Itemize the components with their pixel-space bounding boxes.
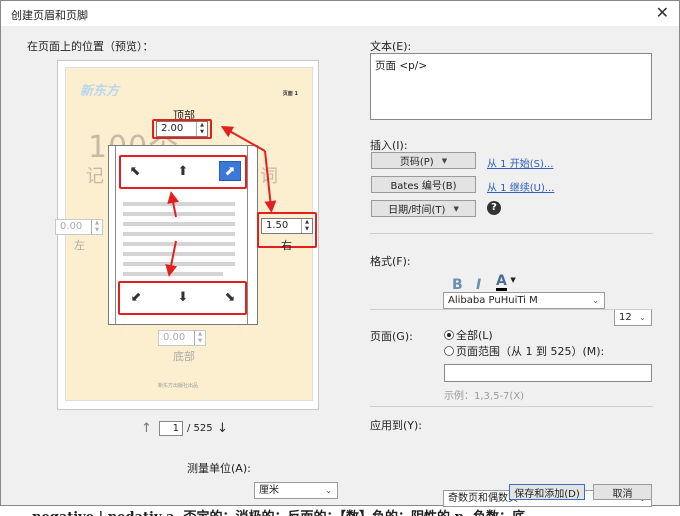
save-add-label: 保存和添加(D) xyxy=(514,488,580,500)
radio-icon[interactable] xyxy=(444,346,454,356)
annotation-arrow-top xyxy=(220,126,266,152)
units-select[interactable]: 厘米 ⌄ xyxy=(254,482,338,499)
background-document-text: negative | nedativ a. 否定的；消极的；反面的；【数】负的；… xyxy=(32,506,525,516)
format-label: 格式(F): xyxy=(370,255,411,268)
page-code-button[interactable]: 页码(P) ▼ xyxy=(371,152,476,169)
header-footer-dialog: 创建页眉和页脚 ✕ 在页面上的位置（预览）： 新东方 页面 1 100个 记 词… xyxy=(0,0,680,507)
all-pages-option[interactable]: 全部(L) xyxy=(444,327,493,343)
font-color-letter: A xyxy=(496,273,507,291)
pages-label: 页面(G): xyxy=(370,330,413,343)
italic-button[interactable]: I xyxy=(476,277,481,293)
page-range-example: 示例：1,3,5-7(X) xyxy=(444,391,525,402)
separator xyxy=(370,309,653,310)
left-margin-label: 左 xyxy=(74,239,85,252)
text-value[interactable]: 页面 <p/> xyxy=(375,60,427,72)
right-margin-spinner[interactable]: 1.50 ▲ ▼ xyxy=(261,218,313,234)
page-number-input[interactable]: 1 xyxy=(159,421,183,436)
radio-selected-icon[interactable] xyxy=(444,330,454,340)
dropdown-arrow-icon: ▼ xyxy=(441,156,448,165)
next-page-icon[interactable]: ↓ xyxy=(217,421,228,436)
text-input[interactable]: 页面 <p/> xyxy=(370,53,652,120)
spin-up-icon[interactable]: ▲ xyxy=(302,219,312,226)
prev-page-icon[interactable]: ↑ xyxy=(141,421,152,436)
page-range-label: 页面范围（从 1 到 525）(M): xyxy=(456,345,605,358)
bold-button[interactable]: B xyxy=(452,277,463,293)
spin-down-icon[interactable]: ▼ xyxy=(195,338,205,345)
separator xyxy=(370,406,653,407)
annotation-arrow-right xyxy=(264,150,277,213)
apply-label: 应用到(Y): xyxy=(370,419,423,432)
start-from-link[interactable]: 从 1 开始(S)... xyxy=(487,155,553,170)
chevron-down-icon: ⌄ xyxy=(325,486,332,495)
bottom-margin-label: 底部 xyxy=(173,350,195,363)
right-margin-label: 右 xyxy=(281,239,292,252)
units-label: 测量单位(A): xyxy=(187,462,251,475)
datetime-label: 日期/时间(T) xyxy=(388,205,446,216)
spin-up-icon[interactable]: ▲ xyxy=(92,220,102,227)
left-margin-spinner[interactable]: 0.00 ▲ ▼ xyxy=(55,219,103,235)
font-color-button[interactable]: A ▼ xyxy=(496,273,516,291)
page-range-input[interactable] xyxy=(444,364,652,382)
insert-label: 插入(I): xyxy=(370,139,408,152)
font-size-value: 12 xyxy=(619,312,632,323)
text-label: 文本(E): xyxy=(370,40,412,53)
page-code-label: 页码(P) xyxy=(399,157,434,168)
units-value: 厘米 xyxy=(259,485,279,496)
bottom-margin-spinner[interactable]: 0.00 ▲ ▼ xyxy=(158,330,206,346)
cancel-label: 取消 xyxy=(612,488,633,500)
annotation-arrow-up xyxy=(167,191,180,218)
apply-value: 奇数页和偶数页 xyxy=(448,493,518,504)
cancel-button[interactable]: 取消 xyxy=(593,484,652,500)
annotation-arrow-down xyxy=(165,240,178,277)
chevron-down-icon: ⌄ xyxy=(592,296,599,305)
font-value: Alibaba PuHuiTi M xyxy=(448,295,538,306)
page-range-option[interactable]: 页面范围（从 1 到 525）(M): xyxy=(444,343,604,359)
chevron-down-icon: ⌄ xyxy=(639,313,646,322)
dropdown-arrow-icon: ▼ xyxy=(453,204,459,213)
spin-down-icon[interactable]: ▼ xyxy=(92,227,102,234)
datetime-button[interactable]: 日期/时间(T) ▼ xyxy=(371,200,476,217)
separator xyxy=(370,233,653,234)
font-size-select[interactable]: 12 ⌄ xyxy=(614,309,652,326)
help-icon[interactable]: ? xyxy=(487,201,501,215)
left-margin-value[interactable]: 0.00 xyxy=(56,220,91,234)
spin-up-icon[interactable]: ▲ xyxy=(195,331,205,338)
save-add-button[interactable]: 保存和添加(D) xyxy=(509,484,585,500)
spin-down-icon[interactable]: ▼ xyxy=(302,226,312,233)
dropdown-arrow-icon: ▼ xyxy=(510,276,516,284)
bates-label: Bates 编号(B) xyxy=(390,181,457,192)
continue-from-link[interactable]: 从 1 继续(U)... xyxy=(487,179,554,194)
bates-button[interactable]: Bates 编号(B) xyxy=(371,176,476,193)
bottom-margin-value[interactable]: 0.00 xyxy=(159,331,194,345)
right-margin-value[interactable]: 1.50 xyxy=(262,219,301,233)
font-select[interactable]: Alibaba PuHuiTi M ⌄ xyxy=(443,292,605,309)
page-total: / 525 xyxy=(187,423,213,434)
all-pages-label: 全部(L) xyxy=(456,329,493,342)
